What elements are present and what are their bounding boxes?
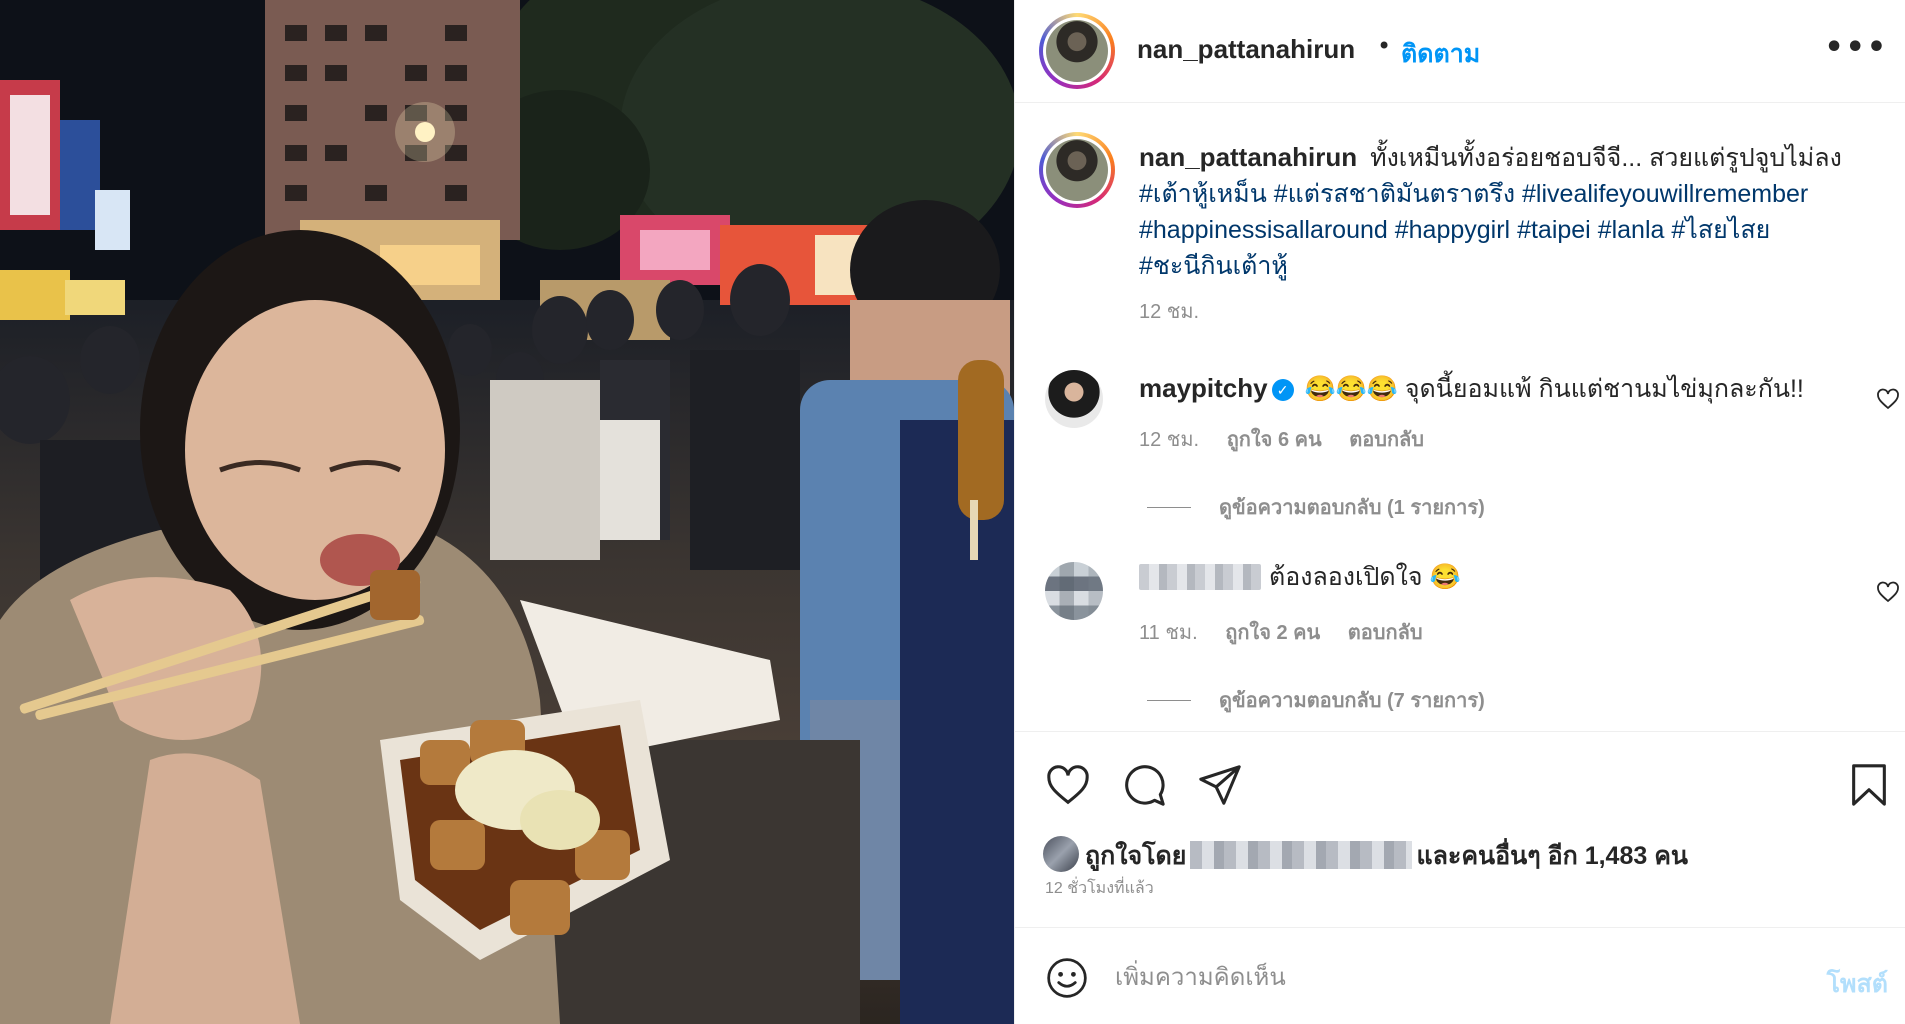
- caption-author-avatar[interactable]: [1039, 132, 1115, 208]
- comment-heart-icon[interactable]: [1876, 387, 1900, 411]
- likes-prefix: ถูกใจโดย: [1085, 842, 1187, 870]
- separator-dot: •: [1377, 32, 1392, 60]
- comment-icon[interactable]: [1121, 762, 1167, 808]
- comment-body: maypitchy ✓ 😂😂😂 จุดนี้ยอมแพ้ กินแต่ชานมไข…: [1139, 371, 1804, 406]
- caption-timestamp: 12 ชม.: [1139, 301, 1200, 323]
- post-header: nan_pattanahirun • ติดตาม •••: [1015, 0, 1905, 103]
- heart-icon[interactable]: [1045, 762, 1091, 808]
- reply-button[interactable]: ตอบกลับ: [1348, 622, 1423, 644]
- bookmark-icon[interactable]: [1846, 762, 1892, 808]
- comment-meta: 11 ชม. ถูกใจ 2 คน ตอบกลับ: [1139, 616, 1445, 648]
- hashtag[interactable]: #เต้าหู้เหม็น: [1139, 180, 1267, 208]
- hashtag[interactable]: #livealifeyouwillremember: [1522, 180, 1808, 208]
- commenter-avatar[interactable]: [1045, 562, 1103, 620]
- comment-likes[interactable]: ถูกใจ 6 คน: [1227, 429, 1322, 451]
- commenter-username[interactable]: maypitchy: [1139, 373, 1268, 403]
- likes-count-text[interactable]: และคนอื่นๆ อีก 1,483 คน: [1416, 842, 1688, 870]
- author-username[interactable]: nan_pattanahirun: [1137, 34, 1355, 65]
- comment-meta: 12 ชม. ถูกใจ 6 คน ตอบกลับ: [1139, 423, 1446, 455]
- post-comment-button[interactable]: โพสต์: [1827, 964, 1888, 1004]
- post-actions: ถูกใจโดย และคนอื่นๆ อีก 1,483 คน 12 ชั่วโ…: [1015, 731, 1905, 927]
- comment-body: ต้องลองเปิดใจ 😂: [1139, 560, 1461, 594]
- comment-text: 😂😂😂 จุดนี้ยอมแพ้ กินแต่ชานมไข่มุกละกัน!!: [1304, 375, 1804, 403]
- post-photo[interactable]: [0, 0, 1014, 1024]
- caption-username[interactable]: nan_pattanahirun: [1139, 142, 1357, 172]
- blurred-username[interactable]: [1139, 564, 1261, 590]
- commenter-avatar[interactable]: [1045, 370, 1103, 428]
- caption-text: nan_pattanahirun ทั้งเหมีนทั้งอร่อยชอบจี…: [1139, 139, 1869, 284]
- hashtag[interactable]: #แต่รสชาติมันตราตรึง: [1274, 180, 1515, 208]
- comment-text: ต้องลองเปิดใจ 😂: [1269, 563, 1461, 591]
- post-detail-panel: nan_pattanahirun • ติดตาม ••• nan_pattan…: [1014, 0, 1905, 1024]
- verified-badge-icon: ✓: [1271, 379, 1294, 401]
- hashtag[interactable]: #ไสยไสย: [1671, 216, 1770, 244]
- hashtag[interactable]: #ชะนีกินเต้าหู้: [1139, 252, 1288, 280]
- posted-time: 12 ชั่วโมงที่แล้ว: [1045, 880, 1154, 897]
- reply-button[interactable]: ตอบกลับ: [1349, 429, 1424, 451]
- author-avatar[interactable]: [1039, 13, 1115, 89]
- hashtag[interactable]: #lanla: [1598, 216, 1665, 244]
- replies-line: [1147, 507, 1191, 508]
- likes-summary[interactable]: ถูกใจโดย และคนอื่นๆ อีก 1,483 คน: [1043, 836, 1688, 876]
- comment-input[interactable]: [1115, 956, 1765, 1000]
- comment-time: 12 ชม.: [1139, 429, 1200, 451]
- comment-heart-icon[interactable]: [1876, 580, 1900, 604]
- view-replies-label: ดูข้อความตอบกลับ (1 รายการ): [1219, 497, 1485, 519]
- hashtag[interactable]: #happygirl: [1395, 216, 1510, 244]
- hashtag[interactable]: #taipei: [1517, 216, 1591, 244]
- share-icon[interactable]: [1197, 762, 1243, 808]
- night-market-photo: [0, 0, 1014, 1024]
- more-options-icon[interactable]: •••: [1824, 30, 1888, 65]
- emoji-icon[interactable]: [1045, 956, 1089, 1000]
- liker-avatar: [1043, 836, 1079, 872]
- replies-line: [1147, 700, 1191, 701]
- view-replies-label: ดูข้อความตอบกลับ (7 รายการ): [1219, 690, 1485, 712]
- view-replies-button[interactable]: ดูข้อความตอบกลับ (1 รายการ): [1147, 491, 1485, 523]
- comment-time: 11 ชม.: [1139, 622, 1198, 644]
- blurred-liker-name[interactable]: [1190, 841, 1413, 869]
- follow-button[interactable]: ติดตาม: [1401, 34, 1480, 74]
- hashtag[interactable]: #happinessisallaround: [1139, 216, 1388, 244]
- comment-likes[interactable]: ถูกใจ 2 คน: [1225, 622, 1320, 644]
- caption-body: ทั้งเหมีนทั้งอร่อยชอบจีจี... สวยแต่รูปจู…: [1370, 144, 1842, 172]
- add-comment-bar: โพสต์: [1015, 927, 1905, 1024]
- view-replies-button[interactable]: ดูข้อความตอบกลับ (7 รายการ): [1147, 684, 1485, 716]
